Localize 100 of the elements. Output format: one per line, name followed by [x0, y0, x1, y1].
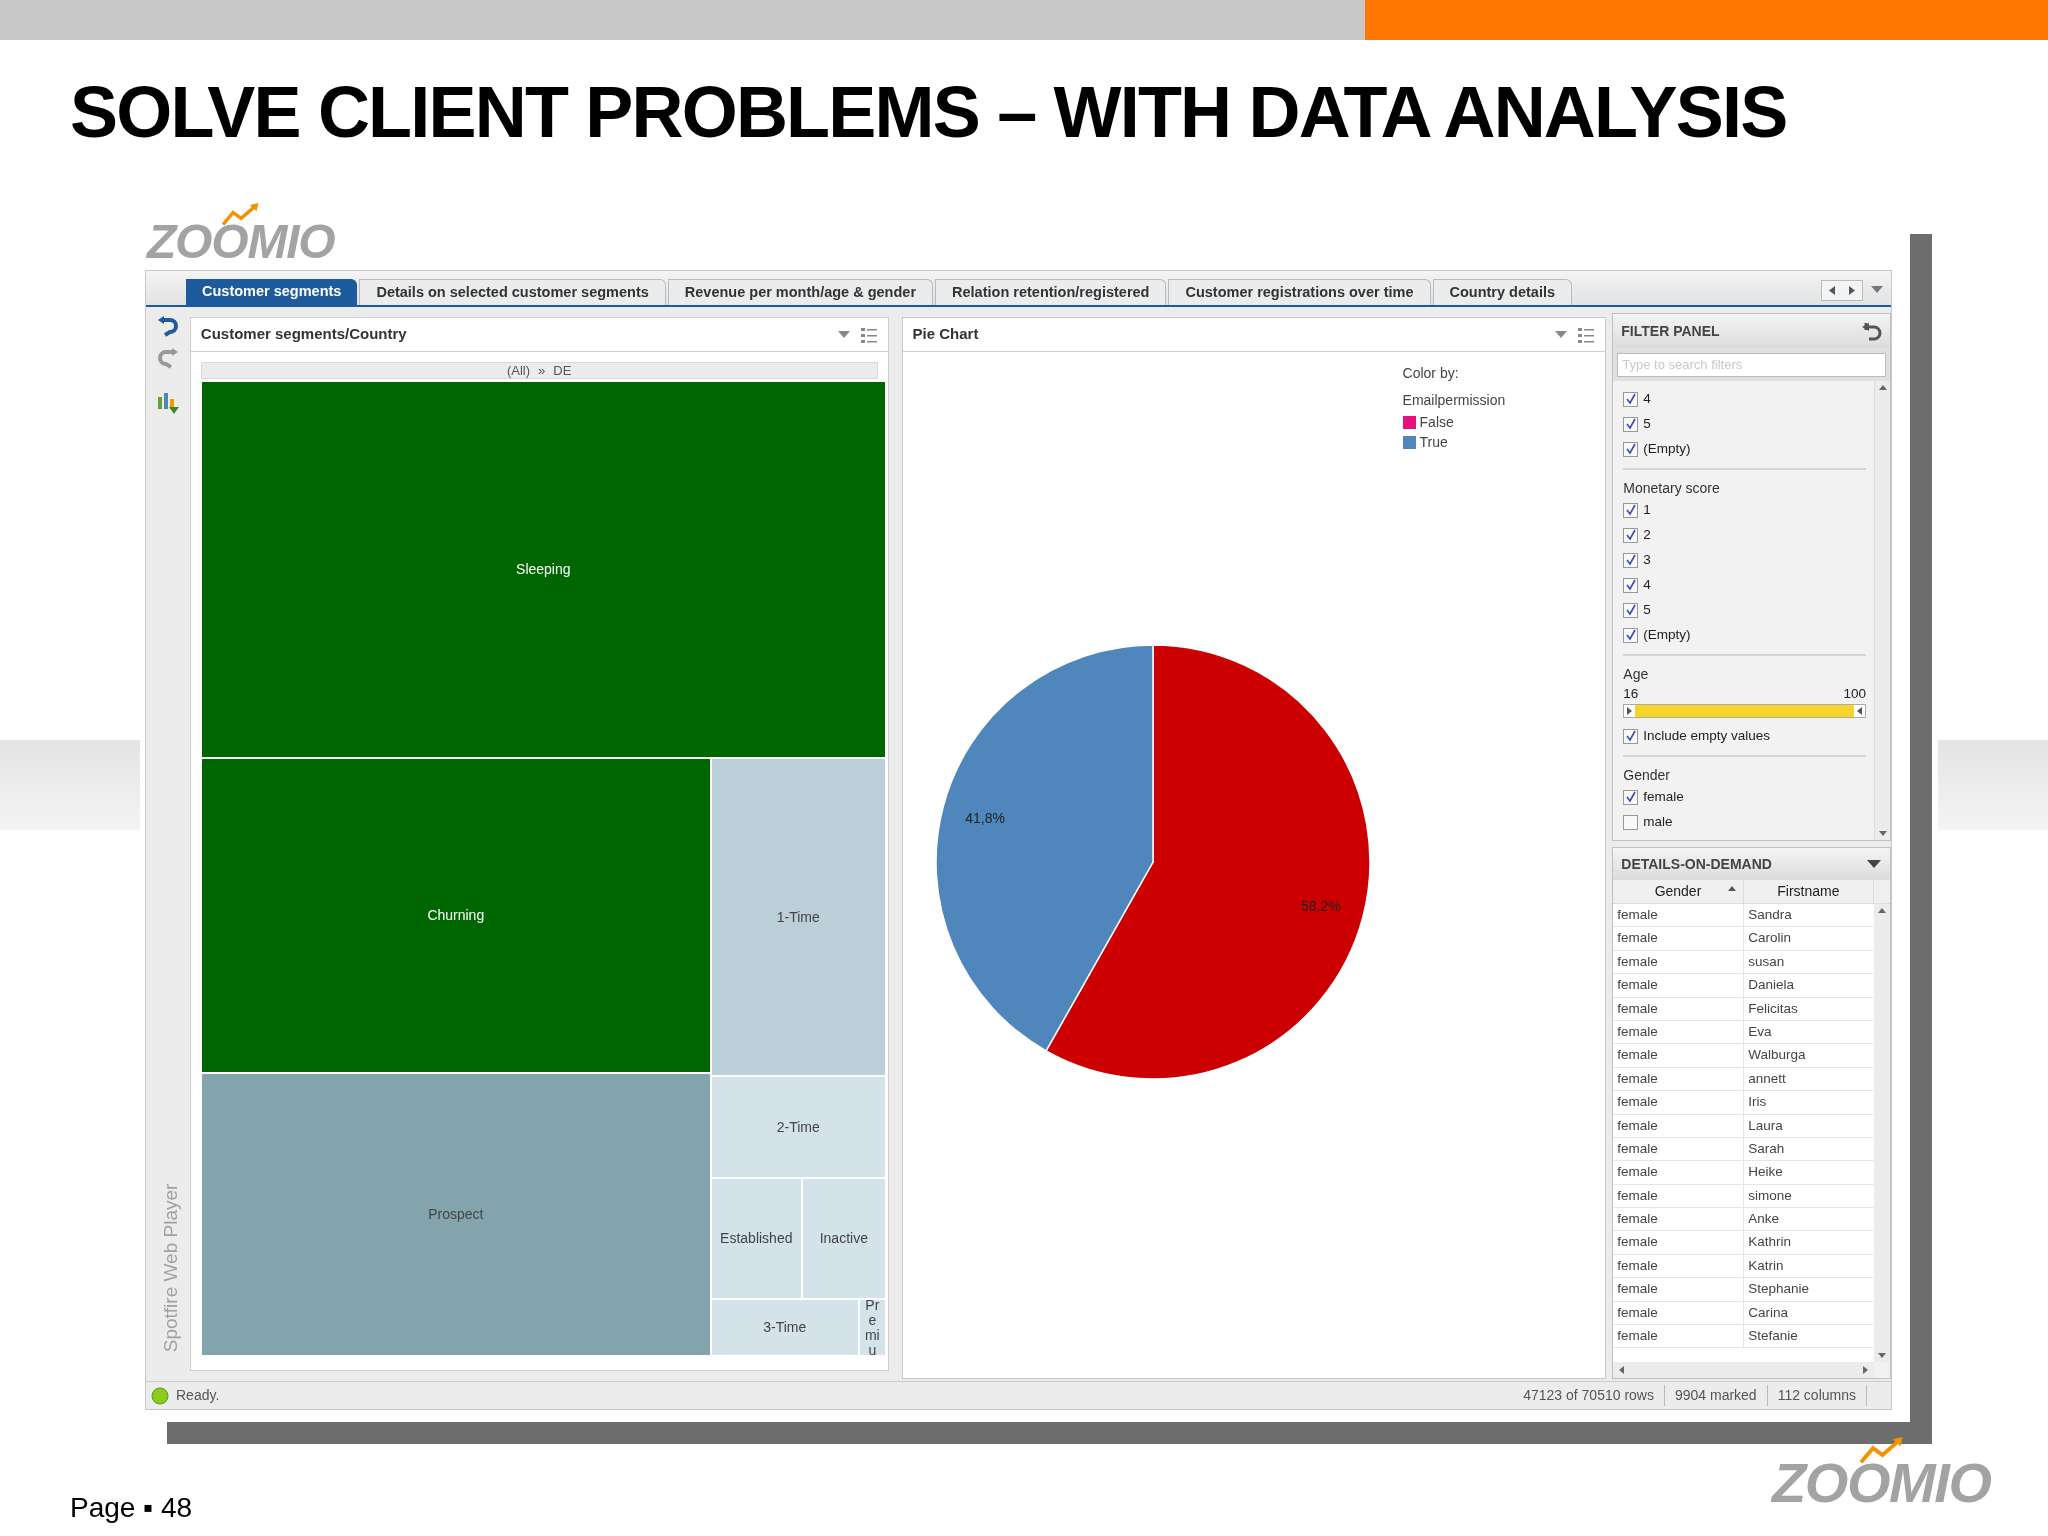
tab-scroll-control[interactable] — [1821, 280, 1863, 301]
table-cell: female — [1613, 950, 1745, 974]
checkbox[interactable] — [1623, 416, 1639, 432]
status-text: 9904 marked — [1664, 1385, 1768, 1406]
treemap-tile[interactable]: Premiu — [858, 1299, 886, 1356]
table-cell-text: Felicitas — [1747, 999, 1799, 1018]
legend-label: True — [1419, 433, 1448, 452]
checkbox-label: 5 — [1643, 600, 1651, 619]
status-text: 112 columns — [1767, 1385, 1867, 1406]
checkbox-label: 3 — [1643, 550, 1651, 569]
check-icon — [1624, 579, 1637, 591]
checkbox[interactable] — [1623, 527, 1639, 543]
check-icon — [1624, 604, 1637, 616]
value-label: 41,8% — [964, 809, 1005, 826]
checkbox-label: 4 — [1643, 575, 1651, 594]
treemap-tile[interactable]: Sleeping — [200, 381, 886, 758]
legend-field: Emailpermission — [1402, 388, 1506, 412]
table-cell: female — [1613, 1184, 1745, 1208]
table-cell: female — [1613, 1161, 1745, 1184]
check-icon — [1624, 418, 1637, 430]
page-number: Page ▪ 48 — [70, 1491, 193, 1525]
treemap-tile[interactable]: 2-Time — [710, 1076, 886, 1178]
reset-icon — [1860, 320, 1882, 342]
tab[interactable]: Relation retention/registered — [935, 279, 1167, 305]
scrollbar[interactable] — [1874, 904, 1890, 1362]
check-icon — [1624, 504, 1637, 516]
panel-title: Customer segments/Country — [200, 324, 408, 345]
table-cell-text: Sandra — [1747, 906, 1793, 924]
breadcrumb-item[interactable]: (All) — [506, 360, 531, 381]
redo-icon — [155, 347, 180, 371]
checkbox-label: (Empty) — [1643, 625, 1691, 644]
table-cell: female — [1613, 997, 1745, 1020]
table-cell-text: simone — [1747, 1186, 1793, 1205]
table-cell: female — [1613, 1325, 1745, 1348]
tab[interactable]: Country details — [1432, 279, 1573, 305]
treemap-tile[interactable]: 1-Time — [710, 758, 886, 1076]
filter-title: Age — [1623, 664, 1650, 684]
checkbox[interactable] — [1623, 502, 1639, 518]
checkbox[interactable] — [1623, 728, 1639, 744]
treemap-tile[interactable]: Churning — [200, 758, 711, 1073]
tab[interactable]: Revenue per month/age & gender — [667, 279, 934, 305]
left-arrow-icon — [1617, 1365, 1626, 1375]
table-cell: female — [1613, 1278, 1745, 1301]
table-cell-text: Katrin — [1747, 1256, 1785, 1275]
list-icon — [859, 325, 878, 344]
checkbox[interactable] — [1623, 814, 1639, 830]
logo-text: ZOOMIO — [147, 218, 335, 266]
list-icon — [1577, 325, 1596, 344]
scrollbar[interactable] — [1613, 1362, 1874, 1378]
checkbox[interactable] — [1623, 391, 1639, 407]
up-arrow-icon — [1877, 906, 1887, 914]
check-icon — [1624, 529, 1637, 541]
legend-title: Color by: — [1402, 364, 1460, 383]
filter-title: Gender — [1623, 765, 1671, 785]
pie-slice[interactable] — [935, 644, 1154, 1052]
handle-icon — [1857, 706, 1862, 715]
treemap-tile[interactable]: Inactive — [801, 1178, 886, 1299]
table-cell: female — [1613, 1020, 1745, 1044]
logo-text: ZOOMIO — [1772, 1455, 1991, 1511]
table-cell-text: Sarah — [1747, 1139, 1786, 1158]
table-cell-text: Carina — [1747, 1303, 1789, 1322]
down-arrow-icon — [1877, 830, 1888, 838]
checkbox[interactable] — [1623, 552, 1639, 568]
table-cell: female — [1613, 1044, 1745, 1067]
table-cell-text: Stefanie — [1747, 1327, 1799, 1346]
filter-title: Monetary score — [1623, 478, 1721, 498]
table-cell: female — [1613, 1208, 1745, 1231]
pie-slice[interactable] — [1044, 644, 1370, 1080]
checkbox-label: Include empty values — [1643, 726, 1771, 745]
status-text: 47123 of 70510 rows — [1513, 1385, 1665, 1406]
table-cell-text: Carolin — [1747, 929, 1792, 948]
table-cell-text: Kathrin — [1747, 1233, 1792, 1252]
checkbox-label: 1 — [1643, 500, 1651, 519]
tab[interactable]: Details on selected customer segments — [359, 279, 666, 305]
table-cell-text: Anke — [1747, 1210, 1780, 1229]
tab[interactable]: Customer segments — [186, 279, 358, 305]
legend-label: False — [1419, 413, 1454, 432]
table-cell-text: Laura — [1747, 1116, 1784, 1135]
tab[interactable]: Customer registrations over time — [1168, 279, 1431, 305]
checkbox-label: 4 — [1643, 389, 1651, 408]
column-header[interactable]: Firstname — [1743, 880, 1874, 903]
checkbox[interactable] — [1623, 577, 1639, 593]
checkbox[interactable] — [1623, 627, 1639, 643]
checkbox-label: (Empty) — [1643, 439, 1691, 458]
table-cell-text: Heike — [1747, 1163, 1784, 1182]
checkbox[interactable] — [1623, 789, 1639, 805]
checkbox-label: 5 — [1643, 414, 1651, 433]
checkbox[interactable] — [1623, 441, 1639, 457]
column-header[interactable]: Gender — [1613, 880, 1744, 903]
table-cell: female — [1613, 974, 1745, 997]
checkbox[interactable] — [1623, 602, 1639, 618]
down-arrow-icon — [1877, 1352, 1887, 1360]
scrollbar[interactable] — [1874, 380, 1890, 840]
side-label: Spotfire Web Player — [158, 1182, 182, 1352]
breadcrumb-item[interactable]: DE — [553, 360, 572, 381]
treemap-tile[interactable]: 3-Time — [710, 1299, 859, 1356]
treemap-tile[interactable]: Established — [710, 1178, 802, 1299]
check-icon — [1624, 393, 1637, 405]
range-slider[interactable] — [1623, 703, 1866, 718]
treemap-tile[interactable]: Prospect — [200, 1073, 711, 1356]
